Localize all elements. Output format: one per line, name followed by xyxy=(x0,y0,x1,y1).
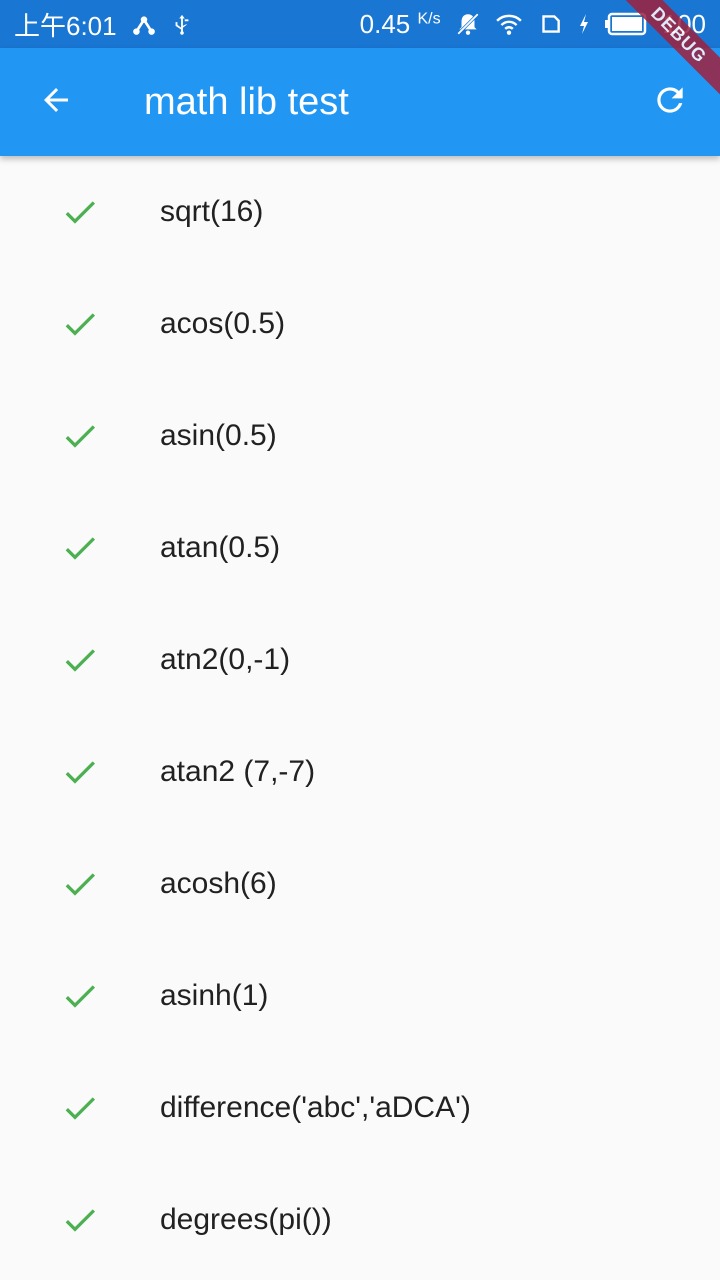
list-item: sqrt(16) xyxy=(0,156,720,268)
sim-icon xyxy=(537,11,563,37)
test-label: degrees(pi()) xyxy=(160,1203,332,1236)
status-bar: 上午6:01 0.45 K/s 100 xyxy=(0,0,720,48)
list-item: acos(0.5) xyxy=(0,268,720,380)
list-item: atn2(0,-1) xyxy=(0,604,720,716)
check-icon xyxy=(0,192,160,232)
check-icon xyxy=(0,528,160,568)
test-list: sqrt(16) acos(0.5) asin(0.5) atan(0.5) a… xyxy=(0,156,720,1276)
test-label: acosh(6) xyxy=(160,867,277,900)
check-icon xyxy=(0,752,160,792)
list-item: asinh(1) xyxy=(0,940,720,1052)
check-icon xyxy=(0,416,160,456)
arrow-left-icon xyxy=(38,82,74,123)
refresh-icon xyxy=(651,81,689,124)
bell-off-icon xyxy=(455,11,481,37)
test-label: acos(0.5) xyxy=(160,307,286,340)
test-label: atan2 (7,-7) xyxy=(160,755,316,788)
charging-icon xyxy=(577,12,591,36)
list-item: atan(0.5) xyxy=(0,492,720,604)
back-button[interactable] xyxy=(0,48,112,156)
network-speed: 0.45 K/s xyxy=(359,8,441,39)
test-label: asin(0.5) xyxy=(160,419,277,452)
list-item: atan2 (7,-7) xyxy=(0,716,720,828)
share-hub-icon xyxy=(131,11,157,37)
check-icon xyxy=(0,640,160,680)
test-label: atan(0.5) xyxy=(160,531,281,564)
check-icon xyxy=(0,304,160,344)
wifi-icon xyxy=(495,11,523,37)
list-item: asin(0.5) xyxy=(0,380,720,492)
check-icon xyxy=(0,976,160,1016)
test-label: asinh(1) xyxy=(160,979,269,1012)
page-title: math lib test xyxy=(144,80,349,123)
list-item: acosh(6) xyxy=(0,828,720,940)
status-time: 上午6:01 xyxy=(14,10,117,41)
app-bar: math lib test xyxy=(0,48,720,156)
usb-icon xyxy=(171,11,193,37)
test-label: atn2(0,-1) xyxy=(160,643,291,676)
network-speed-unit: K/s xyxy=(417,9,441,27)
list-item: difference('abc','aDCA') xyxy=(0,1052,720,1164)
check-icon xyxy=(0,1200,160,1240)
check-icon xyxy=(0,864,160,904)
list-item: degrees(pi()) xyxy=(0,1164,720,1276)
test-label: sqrt(16) xyxy=(160,195,264,228)
check-icon xyxy=(0,1088,160,1128)
test-label: difference('abc','aDCA') xyxy=(160,1091,471,1124)
